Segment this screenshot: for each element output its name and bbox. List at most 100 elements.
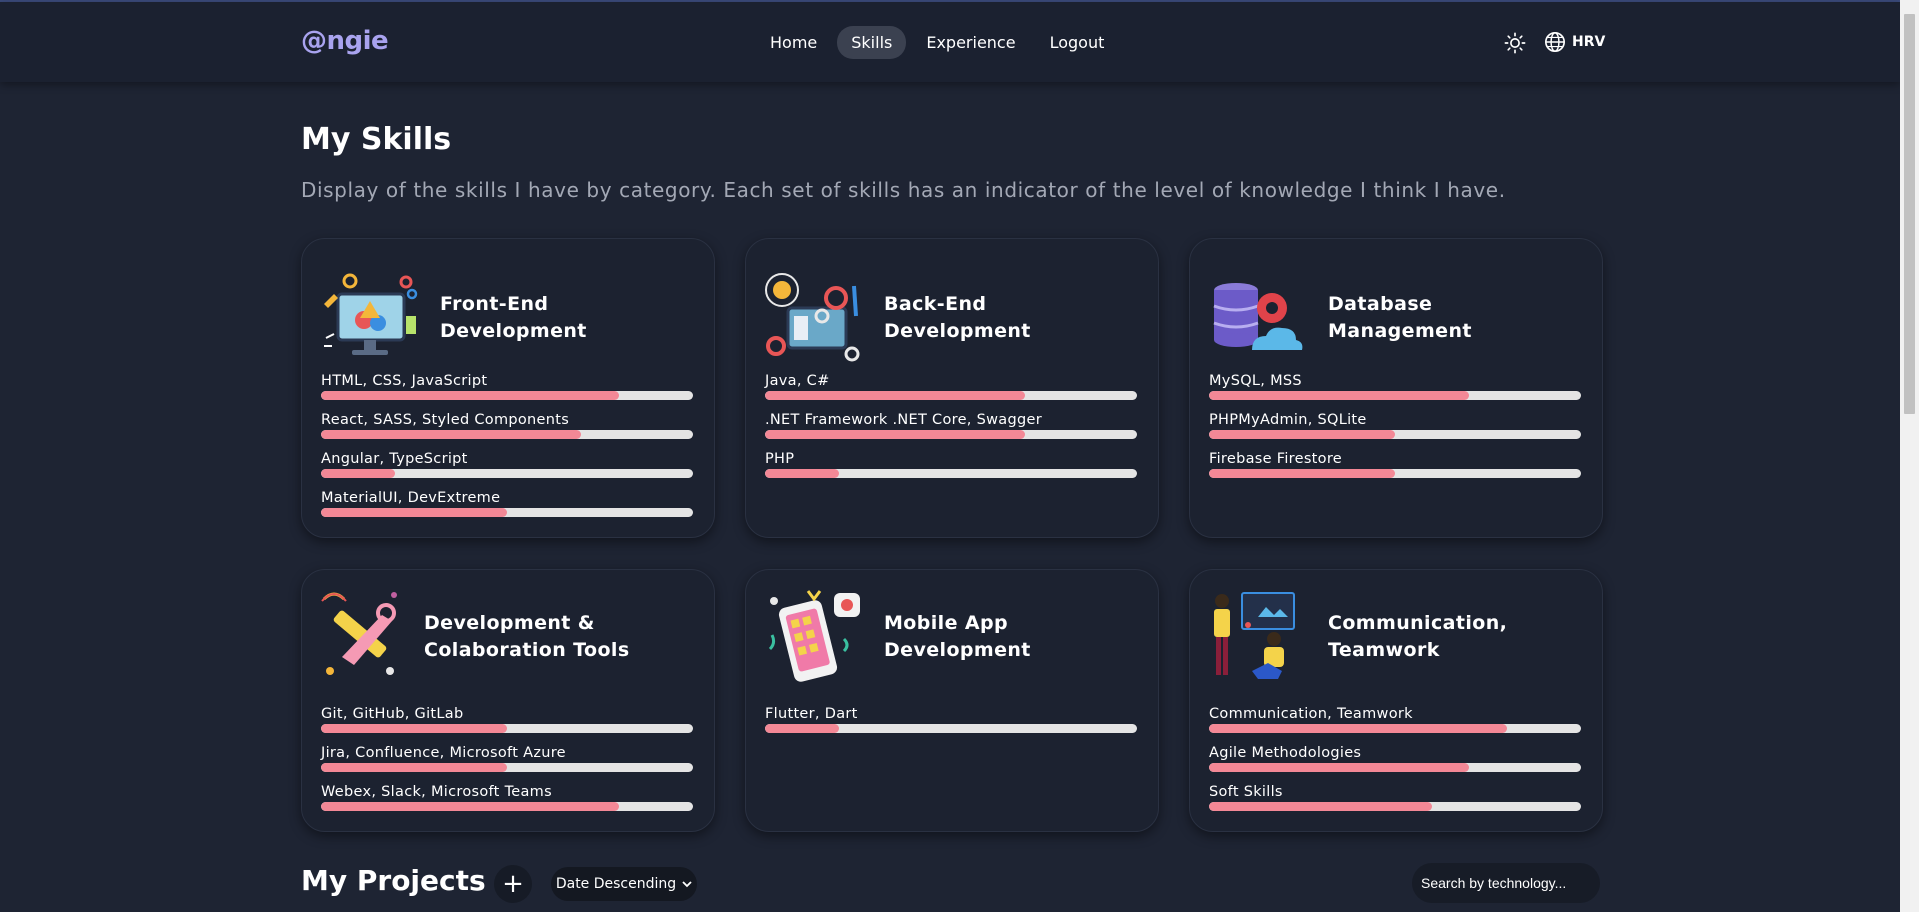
skill-name: Jira, Confluence, Microsoft Azure — [321, 745, 566, 761]
skill-name: Firebase Firestore — [1209, 451, 1343, 467]
skill-card-communication: Communication, Teamwork Communication, T… — [1189, 569, 1603, 832]
skill-name: Soft Skills — [1209, 784, 1283, 800]
skill-progress-fill — [765, 430, 1026, 439]
skill-item: Git, GitHub, GitLab — [321, 705, 695, 744]
sun-icon[interactable] — [1504, 32, 1526, 54]
card-title: Front-End Development — [440, 293, 587, 342]
skill-item: Agile Methodologies — [1209, 744, 1583, 783]
skill-item: Jira, Confluence, Microsoft Azure — [321, 744, 695, 783]
skill-name: Communication, Teamwork — [1209, 706, 1413, 722]
skill-progress-fill — [1209, 802, 1433, 811]
skill-progress-fill — [321, 391, 619, 400]
skill-name: Webex, Slack, Microsoft Teams — [321, 784, 552, 800]
technology-search-input[interactable] — [1412, 863, 1600, 903]
skill-progress-fill — [1209, 430, 1395, 439]
skill-list: MySQL, MSS PHPMyAdmin, SQLite Firebase F… — [1209, 372, 1583, 489]
skill-list: Java, C# .NET Framework .NET Core, Swagg… — [765, 372, 1139, 489]
main-nav: Home Skills Experience Logout — [756, 26, 1118, 59]
skill-item: MaterialUI, DevExtreme — [321, 489, 695, 528]
chevron-down-icon — [682, 881, 692, 888]
skill-progress-fill — [321, 430, 582, 439]
skill-progress-fill — [765, 391, 1026, 400]
nav-experience[interactable]: Experience — [912, 26, 1029, 59]
skill-name: Java, C# — [765, 373, 830, 389]
skill-progress-bar — [1209, 469, 1581, 478]
card-title: Communication, Teamwork — [1328, 612, 1508, 661]
sort-select-value: Date Descending — [555, 876, 677, 892]
skill-item: PHP — [765, 450, 1139, 489]
skill-item: Java, C# — [765, 372, 1139, 411]
skill-card-mobile: Mobile App Development Flutter, Dart — [745, 569, 1159, 832]
language-label: HRV — [1572, 34, 1606, 50]
sort-select[interactable]: Date Descending — [551, 867, 697, 901]
skill-name: Git, GitHub, GitLab — [321, 706, 464, 722]
skill-name: Agile Methodologies — [1209, 745, 1362, 761]
skill-item: PHPMyAdmin, SQLite — [1209, 411, 1583, 450]
navbar: @ngie Home Skills Experience Logout HRV — [0, 2, 1900, 82]
skill-item: Flutter, Dart — [765, 705, 1139, 744]
card-title: Database Management — [1328, 293, 1472, 342]
skill-progress-fill — [321, 763, 507, 772]
skill-progress-bar — [1209, 430, 1581, 439]
skill-item: HTML, CSS, JavaScript — [321, 372, 695, 411]
page-scrollbar[interactable] — [1900, 0, 1919, 912]
skill-card-database: Database Management MySQL, MSS PHPMyAdmi… — [1189, 238, 1603, 538]
skill-progress-fill — [321, 724, 507, 733]
skill-progress-fill — [1209, 391, 1470, 400]
server-gears-icon — [765, 273, 860, 362]
skill-name: React, SASS, Styled Components — [321, 412, 570, 428]
page-title: My Skills — [301, 122, 452, 157]
skill-progress-fill — [765, 469, 840, 478]
skill-progress-bar — [765, 469, 1137, 478]
skill-progress-fill — [321, 469, 396, 478]
skill-progress-bar — [1209, 763, 1581, 772]
globe-icon — [1545, 32, 1565, 52]
site-logo[interactable]: @ngie — [301, 26, 389, 56]
skill-progress-bar — [1209, 724, 1581, 733]
skill-list: Flutter, Dart — [765, 705, 1139, 744]
language-switcher[interactable]: HRV — [1544, 31, 1605, 53]
skill-progress-bar — [321, 469, 693, 478]
skill-name: MaterialUI, DevExtreme — [321, 490, 501, 506]
skill-name: MySQL, MSS — [1209, 373, 1302, 389]
card-title: Mobile App Development — [884, 612, 1031, 661]
nav-logout[interactable]: Logout — [1036, 26, 1119, 59]
skill-progress-bar — [321, 391, 693, 400]
skill-progress-fill — [1209, 724, 1507, 733]
skill-progress-bar — [1209, 802, 1581, 811]
plus-icon: + — [502, 869, 524, 899]
skill-progress-fill — [765, 724, 840, 733]
skill-name: Flutter, Dart — [765, 706, 858, 722]
skill-card-tools: Development & Colaboration Tools Git, Gi… — [301, 569, 715, 832]
skill-list: HTML, CSS, JavaScript React, SASS, Style… — [321, 372, 695, 528]
skill-item: Firebase Firestore — [1209, 450, 1583, 489]
skill-item: MySQL, MSS — [1209, 372, 1583, 411]
skill-progress-bar — [765, 430, 1137, 439]
scrollbar-thumb[interactable] — [1904, 14, 1915, 414]
database-cloud-icon — [1213, 283, 1303, 350]
skill-progress-fill — [321, 508, 507, 517]
skill-progress-bar — [321, 724, 693, 733]
monitor-design-icon — [324, 273, 418, 355]
add-project-button[interactable]: + — [494, 865, 532, 903]
skill-progress-bar — [765, 724, 1137, 733]
skill-progress-bar — [1209, 391, 1581, 400]
skill-item: Webex, Slack, Microsoft Teams — [321, 783, 695, 822]
projects-title: My Projects — [301, 864, 486, 897]
skill-name: .NET Framework .NET Core, Swagger — [765, 412, 1042, 428]
skill-item: .NET Framework .NET Core, Swagger — [765, 411, 1139, 450]
skill-card-frontend: Front-End Development HTML, CSS, JavaScr… — [301, 238, 715, 538]
skill-progress-bar — [765, 391, 1137, 400]
skill-progress-fill — [1209, 469, 1395, 478]
skill-item: Angular, TypeScript — [321, 450, 695, 489]
skill-progress-bar — [321, 802, 693, 811]
skill-item: React, SASS, Styled Components — [321, 411, 695, 450]
skill-progress-bar — [321, 763, 693, 772]
skill-name: PHPMyAdmin, SQLite — [1209, 412, 1367, 428]
card-title: Back-End Development — [884, 293, 1031, 342]
nav-home[interactable]: Home — [756, 26, 831, 59]
skill-progress-bar — [321, 508, 693, 517]
team-presentation-icon — [1214, 592, 1295, 679]
nav-skills[interactable]: Skills — [837, 26, 907, 59]
skill-progress-bar — [321, 430, 693, 439]
